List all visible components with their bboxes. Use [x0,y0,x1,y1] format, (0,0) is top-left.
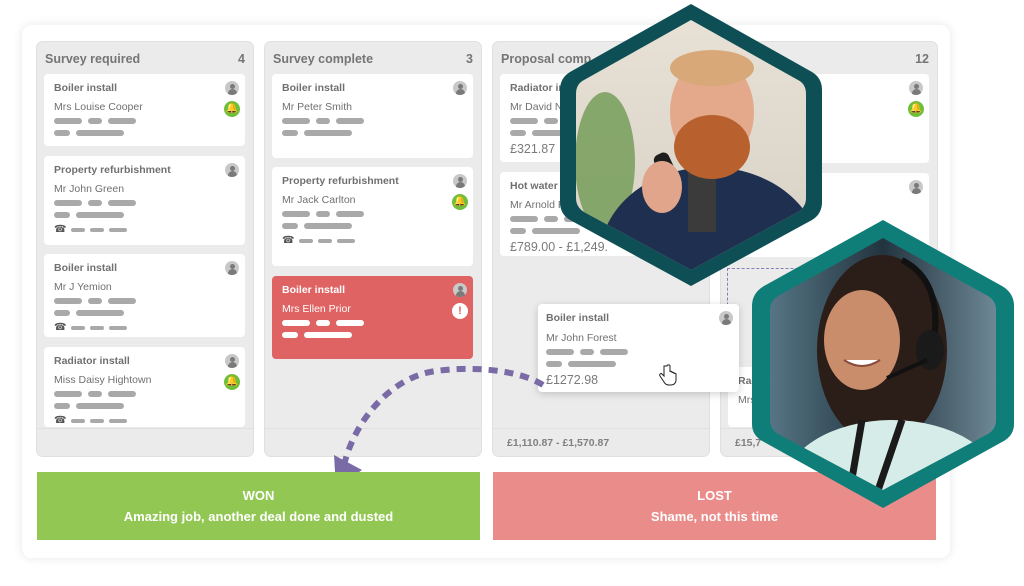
photo-woman-with-headset [752,220,1014,508]
won-subtitle: Amazing job, another deal done and duste… [123,509,394,524]
arrow-path [341,365,545,466]
won-drop-zone[interactable]: WON Amazing job, another deal done and d… [37,472,480,540]
won-title: WON [242,488,275,503]
lost-subtitle: Shame, not this time [650,509,779,524]
